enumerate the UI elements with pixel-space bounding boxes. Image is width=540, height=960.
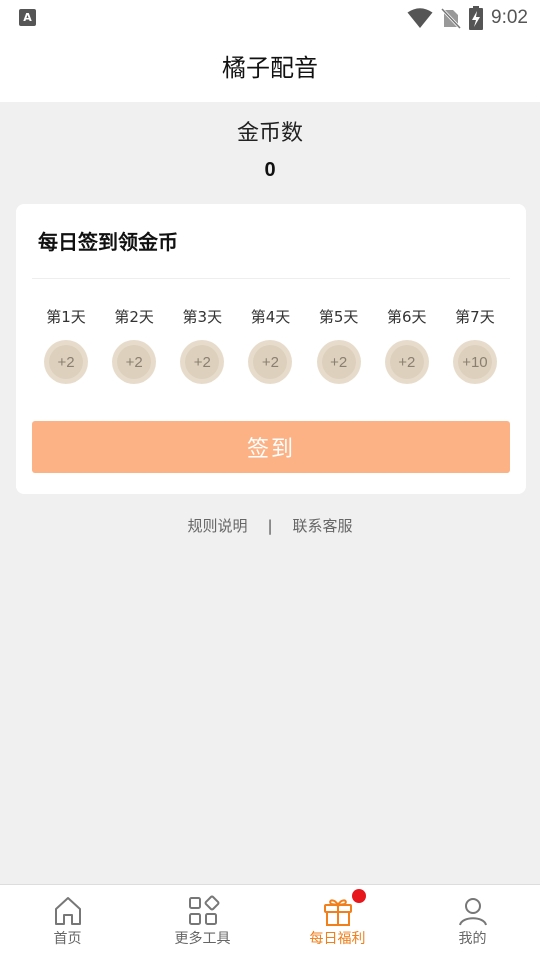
gift-icon xyxy=(323,899,352,926)
coin-icon: +2 xyxy=(316,340,361,384)
day-label: 第4天 xyxy=(250,308,291,326)
tab-more-tools[interactable]: 更多工具 xyxy=(135,885,270,960)
status-icons: 9:02 xyxy=(407,5,528,31)
signin-day: 第6天 +2 xyxy=(377,306,437,384)
signin-day: 第1天 +2 xyxy=(36,306,96,384)
coin-label: 金币数 xyxy=(236,121,303,146)
day-reward: +2 xyxy=(398,353,416,371)
tab-label: 更多工具 xyxy=(174,931,231,947)
rules-link[interactable]: 规则说明 xyxy=(187,515,247,536)
tab-label: 每日福利 xyxy=(309,931,366,947)
tab-label: 首页 xyxy=(53,931,82,947)
battery-charging-icon xyxy=(469,6,484,30)
coin-summary: 金币数 0 xyxy=(0,118,540,184)
signin-button[interactable]: 签到 xyxy=(32,421,510,473)
notification-icon: A xyxy=(19,9,36,26)
coin-icon: +2 xyxy=(384,340,429,384)
divider xyxy=(32,278,510,279)
tab-home[interactable]: 首页 xyxy=(0,885,135,960)
day-label: 第7天 xyxy=(455,308,495,326)
status-bar: A 9:02 xyxy=(0,0,540,36)
signin-day: 第7天 +10 xyxy=(445,306,505,384)
signin-card: 每日签到领金币 第1天 +2 第2天 +2 第3天 +2 第4天 +2 第5天 … xyxy=(16,204,526,494)
home-icon xyxy=(54,897,81,925)
day-label: 第6天 xyxy=(387,308,427,326)
day-reward: +2 xyxy=(330,353,348,371)
status-time: 9:02 xyxy=(491,7,528,28)
day-label: 第5天 xyxy=(318,308,359,326)
signin-day: 第4天 +2 xyxy=(240,306,300,384)
no-sim-icon xyxy=(441,7,462,29)
help-links: 规则说明 | 联系客服 xyxy=(0,515,540,536)
signin-card-title: 每日签到领金币 xyxy=(38,230,178,254)
day-reward: +2 xyxy=(57,353,75,371)
signin-days: 第1天 +2 第2天 +2 第3天 +2 第4天 +2 第5天 +2 第6天 +… xyxy=(36,306,505,384)
coin-count: 0 xyxy=(264,159,276,181)
app-header: 橘子配音 xyxy=(0,36,540,102)
day-reward: +2 xyxy=(125,353,143,371)
contact-support-link[interactable]: 联系客服 xyxy=(293,515,353,536)
day-reward: +2 xyxy=(193,353,211,371)
coin-icon: +2 xyxy=(248,340,293,384)
coin-icon: +2 xyxy=(44,340,88,384)
tab-label: 我的 xyxy=(458,931,487,947)
link-separator: | xyxy=(267,516,273,535)
signin-day: 第2天 +2 xyxy=(104,306,164,384)
page-title: 橘子配音 xyxy=(222,54,318,82)
wifi-icon xyxy=(407,8,433,28)
coin-icon: +2 xyxy=(112,340,157,384)
day-label: 第3天 xyxy=(182,308,223,326)
notification-badge xyxy=(352,889,366,903)
day-reward: +2 xyxy=(261,353,280,371)
user-icon xyxy=(458,898,487,926)
tab-profile[interactable]: 我的 xyxy=(405,885,540,960)
tab-daily-rewards[interactable]: 每日福利 xyxy=(270,885,405,960)
day-label: 第2天 xyxy=(114,308,154,326)
day-label: 第1天 xyxy=(46,308,86,326)
coin-icon: +2 xyxy=(180,340,225,384)
signin-day: 第5天 +2 xyxy=(309,306,369,384)
grid-icon xyxy=(188,895,219,925)
day-reward: +10 xyxy=(462,353,488,371)
signin-day: 第3天 +2 xyxy=(172,306,232,384)
bottom-tab-bar: 首页 更多工具 每日福利 我的 xyxy=(0,884,540,960)
coin-icon: +10 xyxy=(452,340,497,384)
